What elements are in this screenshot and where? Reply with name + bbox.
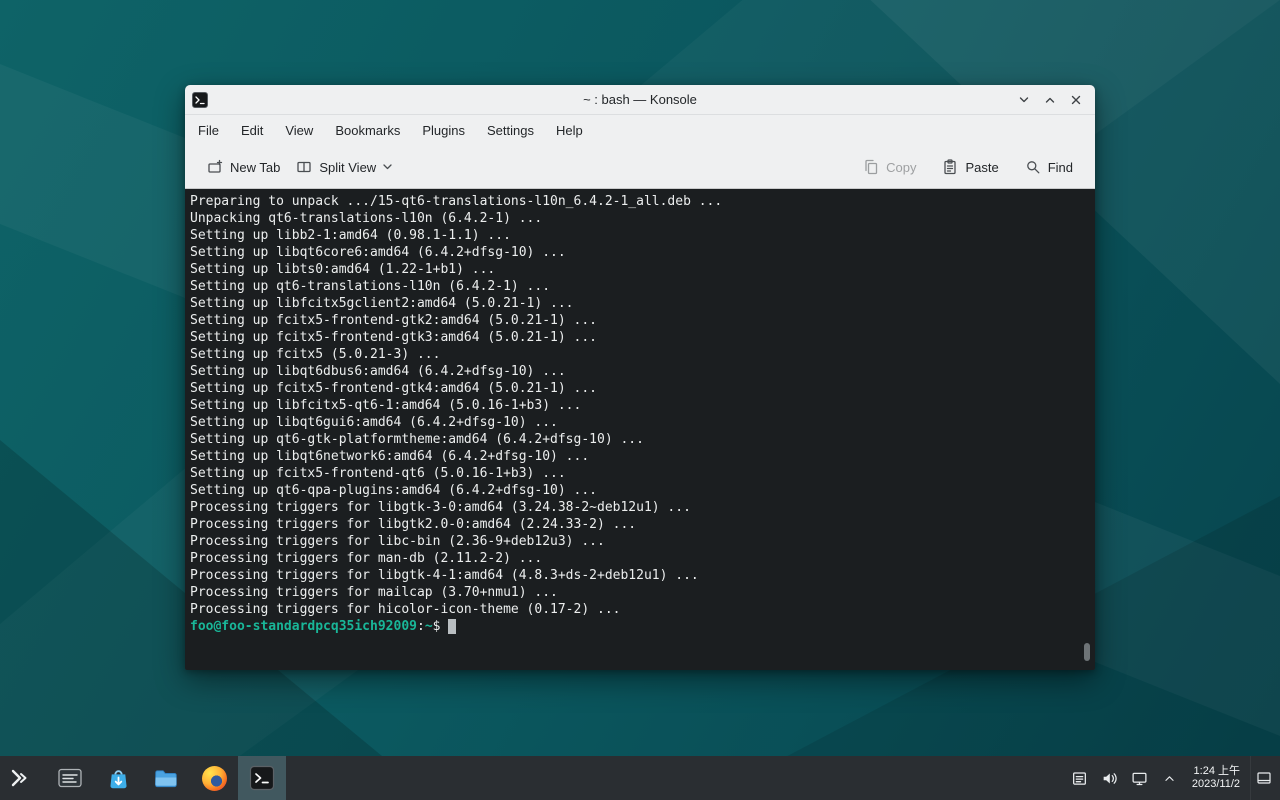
window-controls	[1015, 91, 1095, 109]
terminal-line: Preparing to unpack .../15-qt6-translati…	[190, 193, 1081, 210]
split-view-icon	[296, 159, 312, 175]
taskbar-discover-button[interactable]	[94, 756, 142, 800]
toolbar-right-group: Copy Paste Find	[855, 153, 1081, 181]
caret-up-icon	[1162, 771, 1177, 786]
desktop[interactable]: ~ : bash — Konsole File Edit View Bookma…	[0, 0, 1280, 800]
notifications-tray-button[interactable]	[1068, 764, 1092, 792]
expand-tray-button[interactable]	[1158, 764, 1182, 792]
application-launcher-icon	[8, 766, 32, 790]
terminal-scrollbar[interactable]	[1082, 191, 1092, 668]
menu-view[interactable]: View	[276, 118, 322, 143]
terminal-line: Setting up fcitx5 (5.0.21-3) ...	[190, 346, 1081, 363]
clock-time: 1:24 上午	[1192, 765, 1240, 778]
taskbar-firefox-button[interactable]	[190, 756, 238, 800]
volume-icon	[1101, 770, 1118, 787]
paste-label: Paste	[965, 160, 998, 175]
menubar: File Edit View Bookmarks Plugins Setting…	[185, 115, 1095, 146]
copy-icon	[863, 159, 879, 175]
prompt-path: ~	[425, 618, 433, 635]
terminal-line: Setting up fcitx5-frontend-gtk4:amd64 (5…	[190, 380, 1081, 397]
terminal-line: Processing triggers for man-db (2.11.2-2…	[190, 550, 1081, 567]
toolbar: New Tab Split View Co	[185, 146, 1095, 189]
maximize-button[interactable]	[1041, 91, 1059, 109]
terminal-cursor	[448, 619, 456, 634]
terminal-line: Unpacking qt6-translations-l10n (6.4.2-1…	[190, 210, 1081, 227]
terminal-line: Setting up libfcitx5-qt6-1:amd64 (5.0.16…	[190, 397, 1081, 414]
menu-plugins[interactable]: Plugins	[413, 118, 474, 143]
terminal-line: Setting up libfcitx5gclient2:amd64 (5.0.…	[190, 295, 1081, 312]
taskbar: 1:24 上午 2023/11/2	[0, 756, 1280, 800]
menu-help[interactable]: Help	[547, 118, 592, 143]
konsole-window: ~ : bash — Konsole File Edit View Bookma…	[185, 85, 1095, 670]
close-button[interactable]	[1067, 91, 1085, 109]
terminal-line: Setting up libqt6gui6:amd64 (6.4.2+dfsg-…	[190, 414, 1081, 431]
scrollbar-thumb[interactable]	[1084, 643, 1090, 661]
terminal-line: Setting up fcitx5-frontend-qt6 (5.0.16-1…	[190, 465, 1081, 482]
terminal-line: Setting up qt6-gtk-platformtheme:amd64 (…	[190, 431, 1081, 448]
clock[interactable]: 1:24 上午 2023/11/2	[1192, 765, 1240, 791]
file-manager-icon	[153, 765, 179, 791]
menu-edit[interactable]: Edit	[232, 118, 272, 143]
terminal-line: Processing triggers for libgtk-3-0:amd64…	[190, 499, 1081, 516]
terminal-line: Processing triggers for hicolor-icon-the…	[190, 601, 1081, 618]
terminal-line: Setting up libb2-1:amd64 (0.98.1-1.1) ..…	[190, 227, 1081, 244]
terminal-line: Setting up qt6-qpa-plugins:amd64 (6.4.2+…	[190, 482, 1081, 499]
discover-icon	[106, 766, 131, 791]
display-icon	[1131, 770, 1148, 787]
terminal-lines: Preparing to unpack .../15-qt6-translati…	[190, 193, 1081, 618]
terminal-line: Setting up qt6-translations-l10n (6.4.2-…	[190, 278, 1081, 295]
new-tab-button[interactable]: New Tab	[199, 153, 288, 181]
terminal-line: Setting up libqt6dbus6:amd64 (6.4.2+dfsg…	[190, 363, 1081, 380]
terminal-line: Setting up fcitx5-frontend-gtk3:amd64 (5…	[190, 329, 1081, 346]
find-icon	[1025, 159, 1041, 175]
clock-date: 2023/11/2	[1192, 778, 1240, 791]
menu-settings[interactable]: Settings	[478, 118, 543, 143]
terminal-output[interactable]: Preparing to unpack .../15-qt6-translati…	[185, 189, 1095, 670]
prompt-line: foo@foo-standardpcq35ich92009:~$	[190, 618, 1081, 635]
notifications-icon	[1071, 770, 1088, 787]
new-tab-icon	[207, 159, 223, 175]
terminal-line: Processing triggers for libgtk2.0-0:amd6…	[190, 516, 1081, 533]
terminal-line: Processing triggers for mailcap (3.70+nm…	[190, 584, 1081, 601]
display-tray-button[interactable]	[1128, 764, 1152, 792]
copy-label: Copy	[886, 160, 916, 175]
konsole-icon	[249, 765, 275, 791]
show-desktop-icon	[1256, 770, 1272, 786]
paste-button[interactable]: Paste	[934, 153, 1006, 181]
menu-bookmarks[interactable]: Bookmarks	[326, 118, 409, 143]
application-launcher-button[interactable]	[0, 756, 40, 800]
system-tray	[1068, 764, 1182, 792]
taskbar-pager-button[interactable]	[46, 756, 94, 800]
new-tab-label: New Tab	[230, 160, 280, 175]
chevron-down-icon	[383, 164, 392, 170]
show-desktop-button[interactable]	[1250, 756, 1276, 800]
terminal-line: Setting up libqt6core6:amd64 (6.4.2+dfsg…	[190, 244, 1081, 261]
find-label: Find	[1048, 160, 1073, 175]
titlebar[interactable]: ~ : bash — Konsole	[185, 85, 1095, 115]
terminal-line: Setting up libqt6network6:amd64 (6.4.2+d…	[190, 448, 1081, 465]
minimize-button[interactable]	[1015, 91, 1033, 109]
find-button[interactable]: Find	[1017, 153, 1081, 181]
pager-icon	[57, 765, 83, 791]
split-view-button[interactable]: Split View	[288, 153, 400, 181]
prompt-separator: :	[417, 618, 425, 635]
prompt-symbol: $	[433, 618, 441, 635]
menu-file[interactable]: File	[189, 118, 228, 143]
firefox-icon	[202, 766, 227, 791]
window-title: ~ : bash — Konsole	[185, 92, 1095, 107]
taskbar-konsole-button[interactable]	[238, 756, 286, 800]
prompt-user-host: foo@foo-standardpcq35ich92009	[190, 618, 417, 635]
split-view-label: Split View	[319, 160, 376, 175]
terminal-line: Setting up libts0:amd64 (1.22-1+b1) ...	[190, 261, 1081, 278]
paste-icon	[942, 159, 958, 175]
taskbar-file-manager-button[interactable]	[142, 756, 190, 800]
copy-button[interactable]: Copy	[855, 153, 924, 181]
terminal-line: Setting up fcitx5-frontend-gtk2:amd64 (5…	[190, 312, 1081, 329]
terminal-line: Processing triggers for libgtk-4-1:amd64…	[190, 567, 1081, 584]
volume-tray-button[interactable]	[1098, 764, 1122, 792]
terminal-line: Processing triggers for libc-bin (2.36-9…	[190, 533, 1081, 550]
